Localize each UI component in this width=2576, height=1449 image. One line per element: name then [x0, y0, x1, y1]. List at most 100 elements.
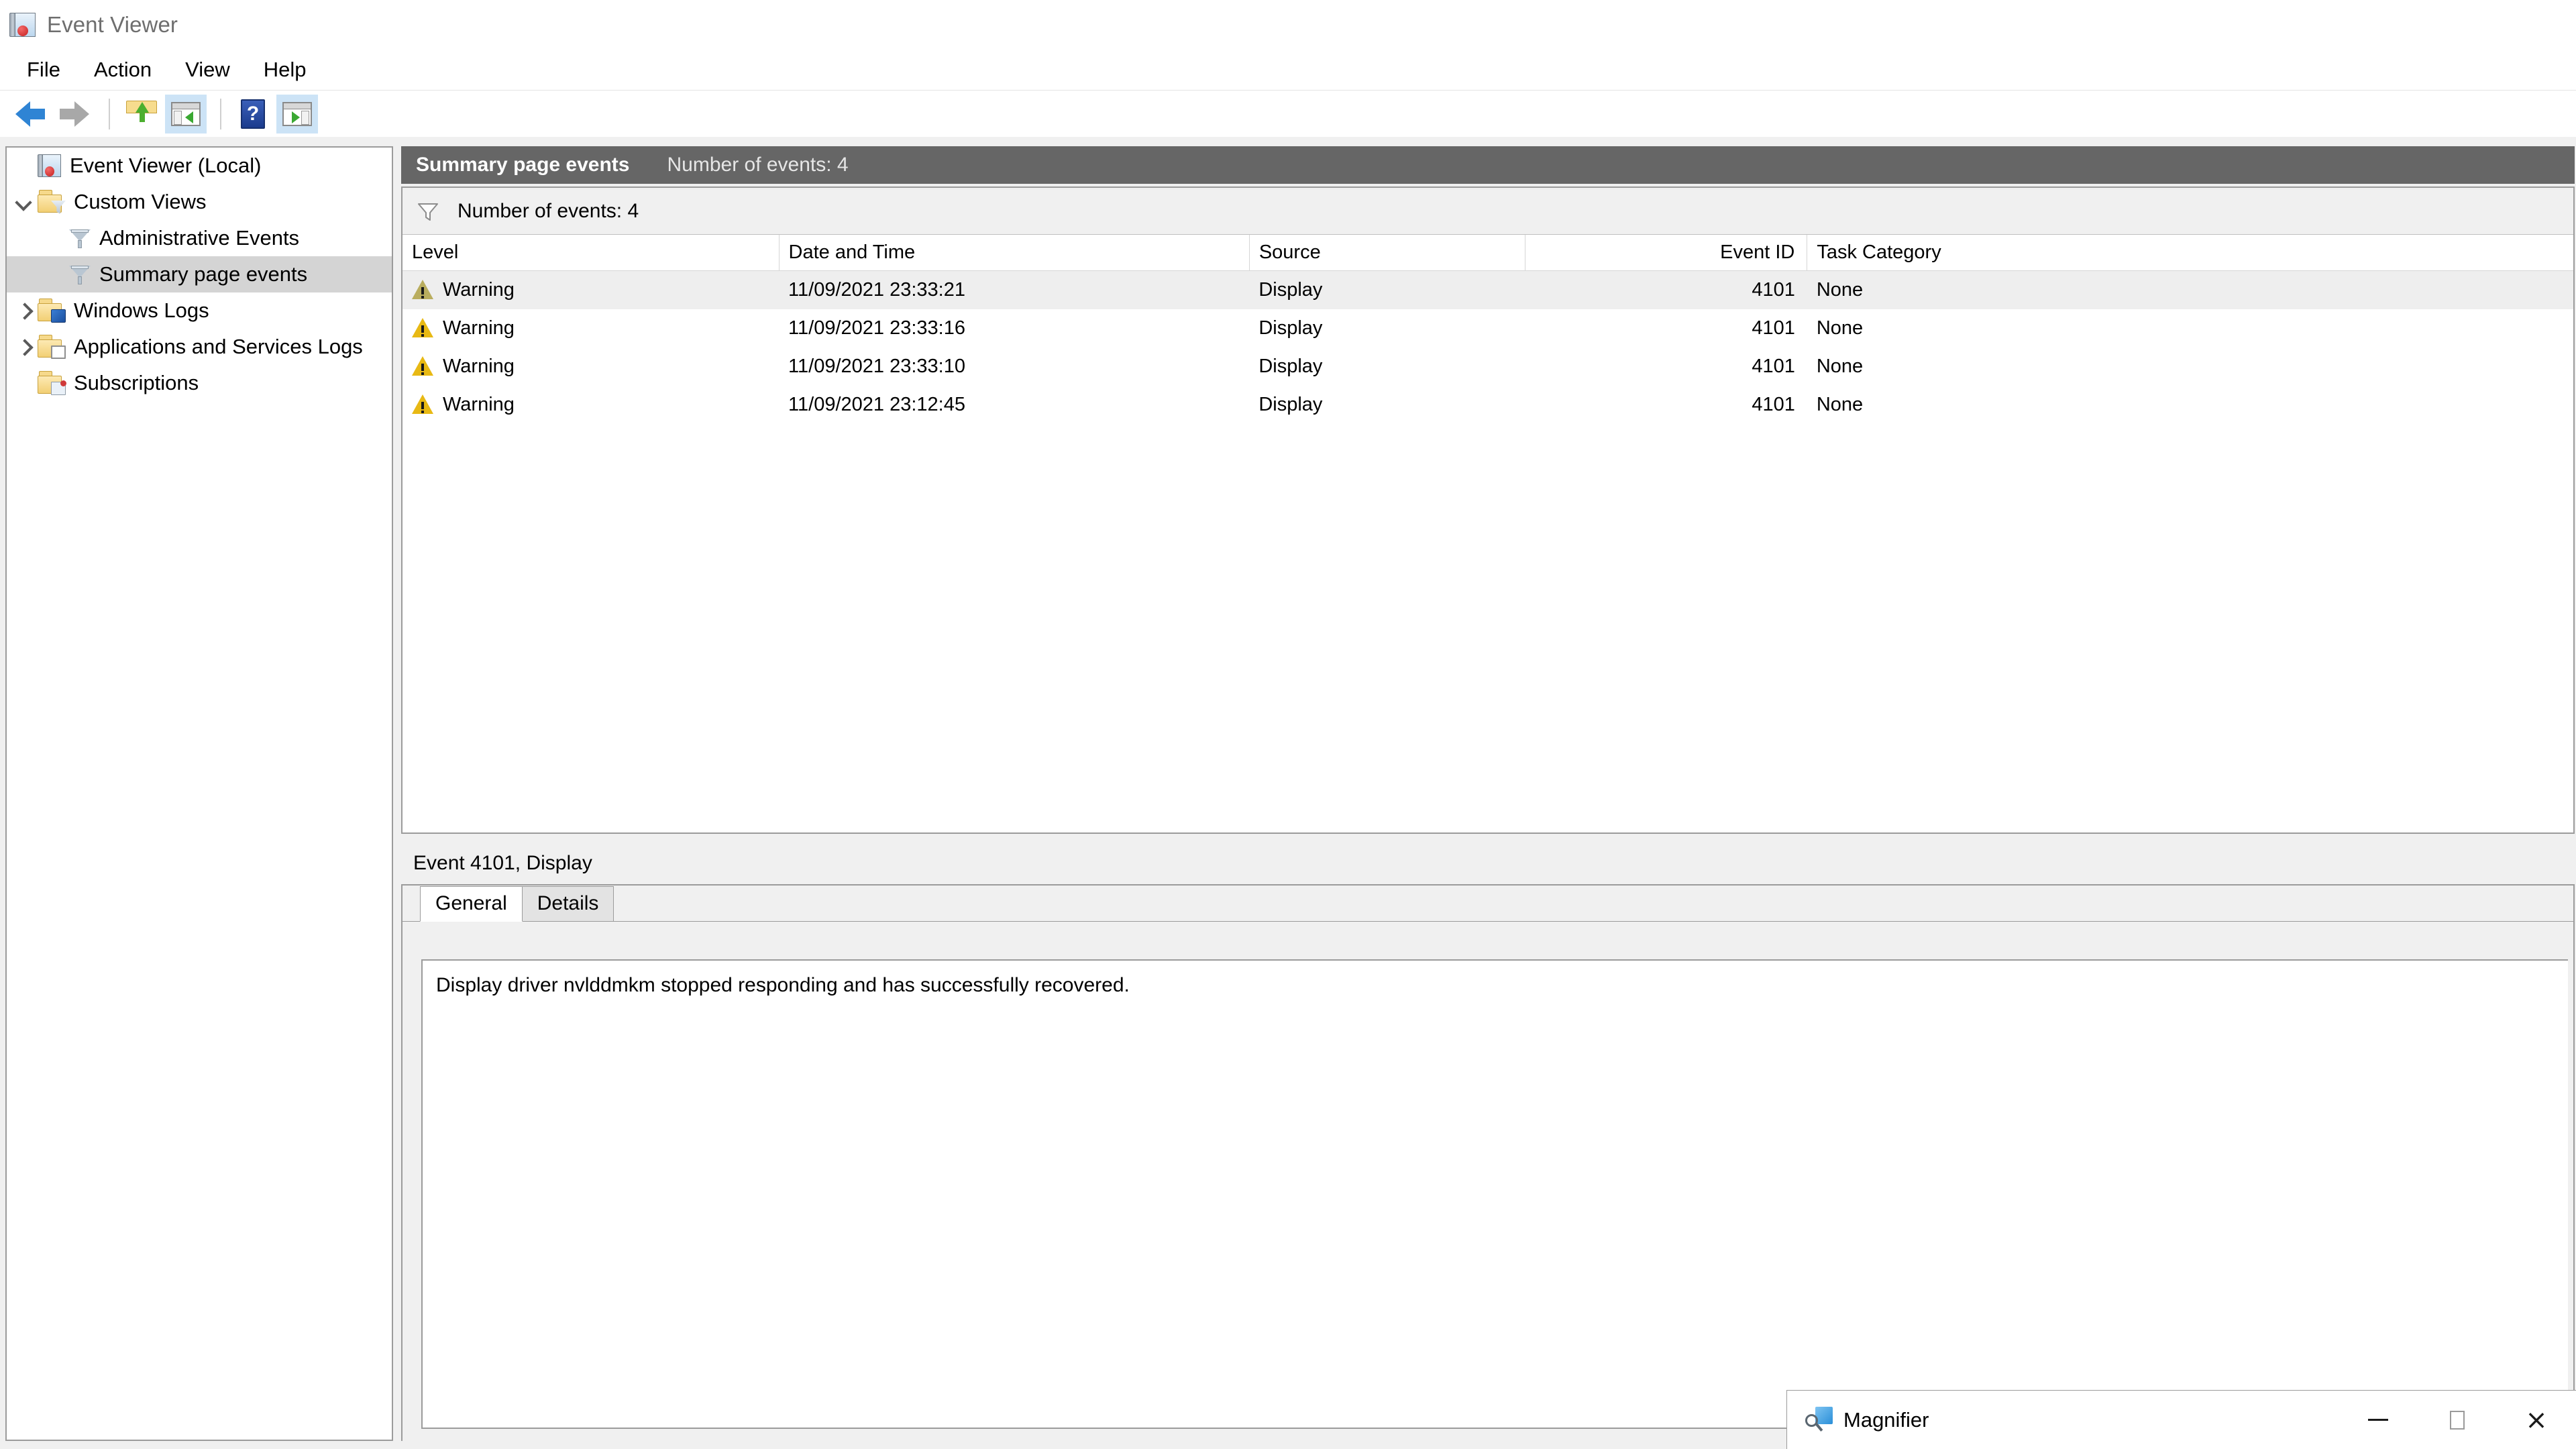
menu-bar: File Action View Help [0, 50, 2576, 90]
detail-header-text: Event 4101, Display [413, 852, 592, 874]
table-row[interactable]: Warning 11/09/2021 23:33:10 Display 4101… [402, 347, 2573, 386]
detail-tabs: General Details [402, 885, 2573, 922]
panel-right-icon [282, 101, 312, 126]
tree-item-label: Custom Views [74, 190, 207, 213]
tree-item-subscriptions[interactable]: Subscriptions [7, 365, 392, 401]
panel-left-icon [171, 101, 201, 126]
chevron-right-icon[interactable] [11, 297, 38, 324]
cell-level: Warning [402, 309, 779, 347]
cell-event-id: 4101 [1752, 355, 1795, 377]
cell-task-category: None [1816, 317, 1864, 339]
tree-item-applications-and-services-logs[interactable]: Applications and Services Logs [7, 329, 392, 365]
cell-datetime: 11/09/2021 23:33:21 [779, 270, 1250, 309]
tree-item-label: Applications and Services Logs [74, 335, 363, 358]
tree-item-administrative-events[interactable]: Administrative Events [7, 220, 392, 256]
tab-details[interactable]: Details [521, 886, 614, 921]
level-text: Warning [443, 278, 515, 301]
menu-item-help[interactable]: Help [252, 55, 319, 85]
events-table: Level Date and Time Source Event ID Task… [402, 235, 2573, 424]
cell-event-id: 4101 [1752, 317, 1795, 339]
filter-funnel-icon [68, 263, 91, 286]
warning-icon [412, 318, 433, 338]
level-text: Warning [443, 355, 515, 377]
menu-item-file[interactable]: File [15, 55, 72, 85]
event-count-label: Number of events: 4 [667, 154, 849, 176]
warning-icon [412, 394, 433, 415]
content-header-bar: Summary page events Number of events: 4 [401, 146, 2575, 184]
maximize-button[interactable] [2418, 1391, 2497, 1449]
minimize-button[interactable] [2339, 1391, 2418, 1449]
back-button[interactable] [9, 95, 51, 133]
filter-bar[interactable]: Number of events: 4 [402, 188, 2573, 235]
help-button[interactable]: ? [232, 95, 274, 133]
title-bar: Event Viewer [0, 0, 2576, 50]
cell-task-category: None [1816, 393, 1864, 415]
show-hide-console-tree-button[interactable] [165, 94, 207, 133]
tree-item-label: Subscriptions [74, 371, 199, 394]
tree-item-custom-views[interactable]: Custom Views [7, 184, 392, 220]
tree-item-label: Event Viewer (Local) [70, 154, 262, 177]
tree-item-label: Windows Logs [74, 299, 209, 322]
close-button[interactable]: × [2497, 1391, 2576, 1449]
column-header-source[interactable]: Source [1249, 235, 1525, 271]
cell-datetime: 11/09/2021 23:12:45 [788, 393, 965, 415]
event-description-text: Display driver nvlddmkm stopped respondi… [436, 974, 1130, 996]
event-viewer-window: Event Viewer File Action View Help ? Eve… [0, 0, 2576, 1449]
tree-item-windows-logs[interactable]: Windows Logs [7, 292, 392, 329]
toolbar-separator-2 [220, 98, 221, 129]
warning-icon [412, 280, 433, 300]
detail-box: General Details Display driver nvlddmkm … [401, 884, 2575, 1441]
content-pane: Summary page events Number of events: 4 … [401, 146, 2575, 1441]
column-header-date-and-time[interactable]: Date and Time [779, 235, 1250, 271]
table-row[interactable]: Warning 11/09/2021 23:33:16 Display 4101… [402, 309, 2573, 347]
cell-event-id: 4101 [1525, 270, 1807, 309]
toolbar: ? [0, 90, 2576, 259]
event-list-pane: Number of events: 4 Level Date and Time [401, 186, 2575, 834]
column-header-event-id[interactable]: Event ID [1525, 235, 1808, 271]
cell-level: Warning [402, 270, 780, 309]
cell-datetime: 11/09/2021 23:33:10 [788, 355, 965, 377]
magnifier-icon [1805, 1405, 1834, 1435]
show-hide-action-pane-button[interactable] [276, 94, 318, 133]
filter-funnel-outline-icon [416, 199, 440, 223]
table-row[interactable]: Warning 11/09/2021 23:12:45 Display 4101… [402, 386, 2573, 424]
tab-general[interactable]: General [420, 886, 523, 922]
help-icon: ? [241, 99, 265, 129]
folder-monitor-icon [38, 299, 66, 323]
filter-status-text: Number of events: 4 [458, 199, 639, 222]
event-description-box[interactable]: Display driver nvlddmkm stopped respondi… [421, 959, 2568, 1429]
chevron-down-icon[interactable] [11, 189, 38, 215]
level-text: Warning [443, 393, 515, 415]
magnifier-window-controls: × [2339, 1391, 2576, 1449]
column-header-task-category[interactable]: Task Category [1807, 235, 2573, 271]
arrow-left-icon [15, 101, 45, 127]
folder-window-icon [38, 335, 66, 359]
magnifier-title: Magnifier [1843, 1407, 1929, 1432]
menu-item-view[interactable]: View [173, 55, 242, 85]
table-row[interactable]: Warning 11/09/2021 23:33:21 Display 4101… [402, 270, 2573, 309]
menu-item-action[interactable]: Action [82, 55, 164, 85]
cell-source: Display [1258, 317, 1323, 339]
cell-source: Display [1258, 355, 1323, 377]
tree-item-summary-page-events[interactable]: Summary page events [7, 256, 392, 292]
main-body: Event Viewer (Local) Custom Views Admini… [0, 137, 2576, 1449]
folder-subscriptions-icon [38, 371, 66, 395]
warning-icon [412, 356, 433, 376]
chevron-right-icon[interactable] [11, 333, 38, 360]
page-title: Summary page events [416, 154, 630, 176]
forward-button[interactable] [54, 95, 95, 133]
magnifier-window[interactable]: Magnifier × [1786, 1390, 2576, 1449]
event-viewer-icon [38, 153, 62, 178]
tree-item-event-viewer-local[interactable]: Event Viewer (Local) [7, 148, 392, 184]
console-tree-pane[interactable]: Event Viewer (Local) Custom Views Admini… [5, 146, 393, 1441]
cell-level: Warning [402, 347, 779, 386]
cell-event-id: 4101 [1752, 393, 1795, 415]
window-title: Event Viewer [47, 12, 178, 37]
up-one-level-button[interactable] [121, 95, 162, 259]
cell-task-category: None [1807, 270, 2573, 309]
tree-item-label: Administrative Events [99, 226, 300, 250]
cell-datetime: 11/09/2021 23:33:16 [788, 317, 965, 339]
minimize-icon [2368, 1419, 2388, 1421]
table-header-row: Level Date and Time Source Event ID Task… [402, 235, 2573, 271]
column-header-level[interactable]: Level [402, 235, 780, 271]
